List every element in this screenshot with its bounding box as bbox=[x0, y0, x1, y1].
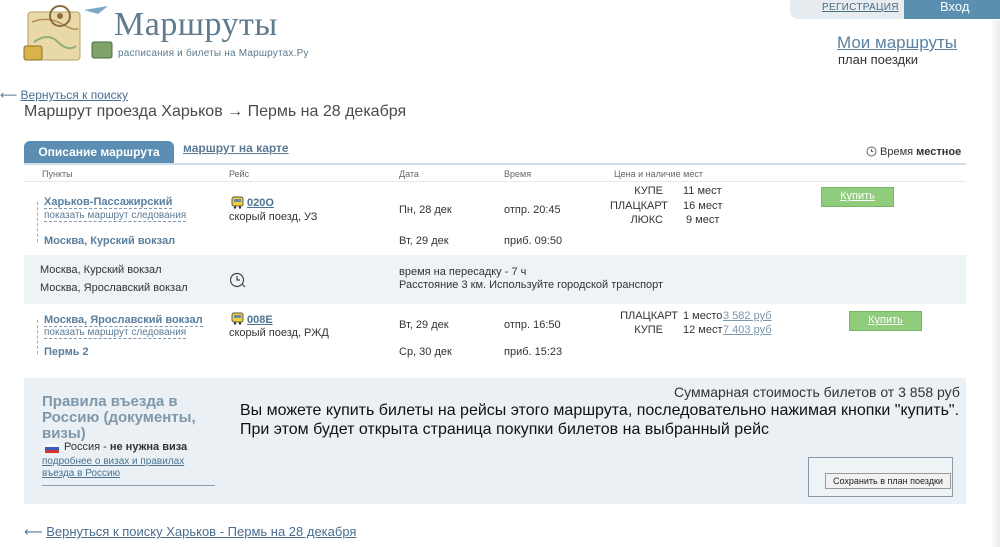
time-note-value: местное bbox=[916, 146, 962, 158]
visa-country: Россия bbox=[64, 441, 101, 453]
time-note-prefix: Время bbox=[880, 146, 917, 158]
save-to-plan-button[interactable]: Сохранить в план поездки bbox=[825, 473, 951, 489]
stopwatch-icon bbox=[229, 272, 246, 288]
seat-class: ЛЮКС bbox=[630, 214, 663, 226]
arr-date-1: Вт, 29 дек bbox=[399, 235, 449, 247]
transfer-distance: Расстояние 3 км. Используйте городской т… bbox=[399, 279, 664, 291]
time-note: Время местное bbox=[866, 146, 961, 158]
col-header-price: Цена и наличие мест bbox=[614, 169, 703, 179]
station-from-2[interactable]: Москва, Ярославский вокзал bbox=[44, 314, 203, 327]
total-cost: Суммарная стоимость билетов от 3 858 руб bbox=[674, 384, 960, 400]
visa-more-link[interactable]: подробнее о визах и правилах въезда в Ро… bbox=[42, 456, 217, 480]
dep-time-2: отпр. 16:50 bbox=[504, 319, 561, 331]
route-tree-line bbox=[37, 320, 38, 354]
arrow-left-icon: ⟵ bbox=[0, 88, 21, 102]
arrow-left-icon: ⟵ bbox=[24, 524, 47, 539]
clock-icon bbox=[866, 146, 877, 157]
russia-flag-icon bbox=[45, 444, 59, 453]
visa-divider bbox=[42, 485, 215, 486]
my-routes-link[interactable]: Мои маршруты bbox=[837, 33, 957, 53]
seat-class: ПЛАЦКАРТ bbox=[620, 310, 678, 322]
back-to-search-top[interactable]: ⟵ Вернуться к поиску bbox=[0, 88, 128, 102]
seat-count: 11 мест bbox=[683, 185, 722, 197]
visa-rules-title: Правила въезда в Россию (документы, визы… bbox=[42, 393, 196, 442]
seat-price-link[interactable]: 7 403 руб bbox=[723, 324, 772, 336]
visa-status: не нужна виза bbox=[109, 441, 188, 453]
tab-route-description[interactable]: Описание маршрута bbox=[24, 141, 174, 164]
logo-subtitle: расписания и билеты на Маршрутах.Ру bbox=[118, 48, 309, 59]
purchase-hint: Вы можете купить билеты на рейсы этого м… bbox=[240, 402, 960, 438]
visa-country-status: Россия - не нужна виза bbox=[64, 441, 188, 453]
station-to-2[interactable]: Пермь 2 bbox=[44, 346, 89, 358]
arr-date-2: Ср, 30 дек bbox=[399, 346, 452, 358]
seat-price-link[interactable]: 3 582 руб bbox=[723, 310, 772, 322]
col-header-time: Время bbox=[504, 169, 532, 179]
logo-image bbox=[23, 5, 113, 61]
col-header-points: Пункты bbox=[42, 169, 73, 179]
seat-count: 16 мест bbox=[683, 200, 723, 212]
col-header-date: Дата bbox=[399, 169, 419, 179]
back-to-search-link[interactable]: Вернуться к поиску bbox=[21, 88, 128, 102]
buy-button-1[interactable]: Купить bbox=[821, 187, 894, 207]
train-icon bbox=[231, 312, 244, 325]
trip-plan-label: план поездки bbox=[838, 52, 919, 67]
back-to-search-bottom[interactable]: ⟵ Вернуться к поиску Харьков - Пермь на … bbox=[24, 524, 356, 540]
dep-date-2: Вт, 29 дек bbox=[399, 319, 449, 331]
page-right-shadow bbox=[990, 20, 1000, 547]
buy-button-2[interactable]: Купить bbox=[849, 311, 922, 331]
seat-count: 12 мест bbox=[683, 324, 723, 336]
show-route-link-2[interactable]: показать маршрут следования bbox=[44, 327, 187, 339]
seat-count: 9 мест bbox=[686, 214, 720, 226]
train-desc-2: скорый поезд, РЖД bbox=[229, 327, 329, 339]
seat-count: 1 место bbox=[683, 310, 723, 322]
logo-title[interactable]: Маршруты bbox=[114, 6, 278, 44]
tab-underline bbox=[24, 163, 966, 165]
route-tree-line bbox=[37, 202, 38, 242]
login-link[interactable]: Вход bbox=[940, 0, 969, 14]
header-divider bbox=[24, 181, 966, 182]
train-desc-1: скорый поезд, УЗ bbox=[229, 211, 318, 223]
dep-time-1: отпр. 20:45 bbox=[504, 204, 561, 216]
transfer-to: Москва, Ярославский вокзал bbox=[40, 282, 188, 294]
station-to-1[interactable]: Москва, Курский вокзал bbox=[44, 235, 175, 247]
arr-time-2: приб. 15:23 bbox=[504, 346, 563, 358]
seat-class: КУПЕ bbox=[634, 324, 663, 336]
train-number-1[interactable]: 020О bbox=[247, 197, 274, 209]
station-from-1[interactable]: Харьков-Пассажирский bbox=[44, 196, 173, 209]
transfer-wait: время на пересадку - 7 ч bbox=[399, 266, 527, 278]
seat-class: КУПЕ bbox=[634, 185, 663, 197]
train-number-2[interactable]: 008Е bbox=[247, 314, 273, 326]
tab-route-map[interactable]: маршрут на карте bbox=[183, 141, 289, 155]
arr-time-1: приб. 09:50 bbox=[504, 235, 563, 247]
seat-class: ПЛАЦКАРТ bbox=[610, 200, 668, 212]
page-title: Маршрут проезда Харьков → Пермь на 28 де… bbox=[24, 103, 407, 120]
train-icon bbox=[231, 196, 244, 209]
back-to-search-route-link[interactable]: Вернуться к поиску Харьков - Пермь на 28… bbox=[46, 524, 356, 539]
dep-date-1: Пн, 28 дек bbox=[399, 204, 452, 216]
register-link[interactable]: РЕГИСТРАЦИЯ bbox=[822, 2, 899, 13]
col-header-trip: Рейс bbox=[229, 169, 250, 179]
show-route-link-1[interactable]: показать маршрут следования bbox=[44, 210, 187, 222]
transfer-from: Москва, Курский вокзал bbox=[40, 264, 162, 276]
